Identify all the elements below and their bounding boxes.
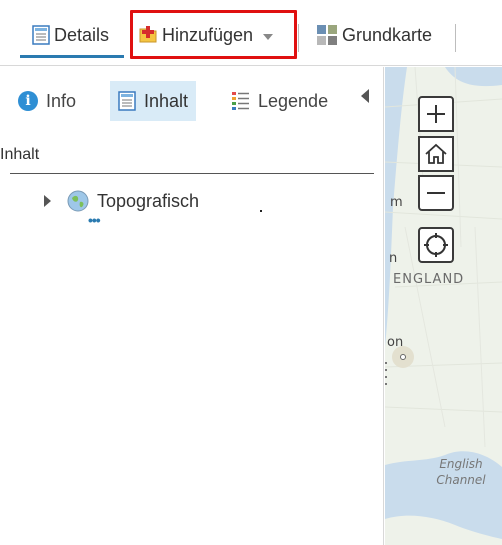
toolbar-divider	[298, 24, 299, 52]
plus-icon	[427, 105, 445, 123]
more-options-icon[interactable]: •••	[88, 213, 101, 227]
locate-button[interactable]	[418, 227, 454, 263]
tab-info[interactable]: i Info	[10, 81, 84, 121]
top-toolbar: Details Hinzufügen Grundkarte	[0, 0, 502, 66]
section-title: Inhalt	[0, 146, 40, 163]
active-tab-indicator	[20, 55, 124, 58]
minus-icon	[427, 192, 445, 194]
channel-label-line1: English	[439, 457, 483, 471]
map-label: ENGLAND	[393, 272, 465, 287]
layer-item[interactable]: Topografisch	[44, 189, 199, 213]
map-label: on	[387, 335, 404, 350]
basemap-icon	[317, 25, 337, 45]
panel-resize-handle[interactable]	[385, 362, 388, 388]
tab-content[interactable]: Inhalt	[110, 81, 197, 121]
globe-icon	[67, 190, 89, 212]
expand-arrow-icon[interactable]	[44, 195, 51, 207]
basemap-label: Grundkarte	[342, 24, 433, 45]
details-label: Details	[54, 24, 110, 45]
channel-label-line2: Channel	[436, 473, 486, 487]
basemap-button[interactable]: Grundkarte	[316, 20, 432, 50]
layer-name: Topografisch	[97, 190, 200, 211]
document-icon	[32, 25, 50, 45]
legend-icon	[232, 92, 249, 110]
map-label: English Channel	[421, 456, 501, 488]
info-icon: i	[18, 91, 38, 111]
tab-label: Inhalt	[144, 90, 189, 111]
tab-legend[interactable]: Legende	[224, 81, 336, 121]
app-window: Details Hinzufügen Grundkarte i Info Inh…	[0, 0, 502, 545]
home-icon	[425, 143, 447, 164]
map-label: n	[389, 251, 398, 266]
details-button[interactable]: Details	[32, 20, 109, 50]
zoom-in-button[interactable]	[418, 96, 454, 132]
locate-icon	[424, 233, 448, 257]
tab-label: Info	[46, 90, 77, 111]
highlight-annotation	[130, 10, 297, 59]
artifact-dot	[260, 210, 262, 212]
tab-label: Legende	[258, 90, 329, 111]
toolbar-divider	[455, 24, 456, 52]
zoom-out-button[interactable]	[418, 175, 454, 211]
map-view[interactable]: m n ENGLAND on English Channel	[385, 67, 502, 545]
home-button[interactable]	[418, 136, 454, 172]
content-panel: i Info Inhalt Legende Inhalt Topografisc…	[0, 67, 384, 545]
divider	[10, 173, 374, 174]
collapse-panel-icon[interactable]	[361, 89, 369, 103]
map-label: m	[390, 195, 403, 210]
document-icon	[118, 91, 136, 111]
